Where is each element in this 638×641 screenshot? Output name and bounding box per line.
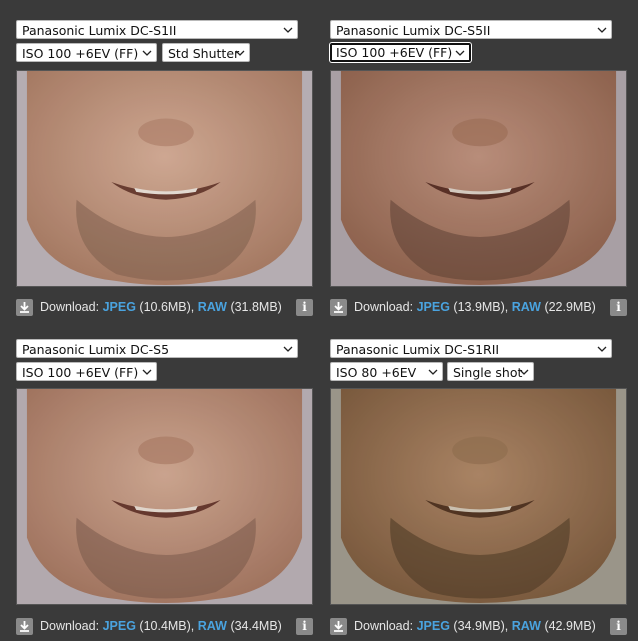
jpeg-link[interactable]: JPEG [417, 619, 450, 633]
chevron-down-icon [596, 340, 607, 357]
camera-select[interactable]: Panasonic Lumix DC-S5 [16, 339, 298, 358]
info-icon[interactable]: i [296, 299, 313, 316]
download-label: Download: [40, 300, 100, 314]
chevron-down-icon [518, 363, 529, 380]
jpeg-size: (10.6MB), [139, 300, 195, 314]
comparison-panel-1: Panasonic Lumix DC-S1II ISO 100 +6EV (FF… [16, 20, 313, 320]
chevron-down-icon [596, 21, 607, 38]
camera-select-value: Panasonic Lumix DC-S5 [22, 342, 170, 357]
jpeg-size: (13.9MB), [453, 300, 509, 314]
info-icon[interactable]: i [296, 618, 313, 635]
chevron-down-icon [282, 21, 293, 38]
raw-size: (42.9MB) [544, 619, 596, 633]
shutter-select[interactable]: Std Shutter [162, 43, 250, 62]
info-icon[interactable]: i [610, 299, 627, 316]
iso-select[interactable]: ISO 100 +6EV (FF) [330, 43, 471, 62]
jpeg-link[interactable]: JPEG [103, 619, 136, 633]
download-icon[interactable] [16, 618, 33, 635]
shutter-select[interactable]: Single shot [447, 362, 534, 381]
sample-photo[interactable] [16, 388, 313, 605]
raw-size: (22.9MB) [544, 300, 596, 314]
raw-size: (31.8MB) [230, 300, 282, 314]
chevron-down-icon [454, 45, 465, 60]
iso-select-value: ISO 80 +6EV [336, 365, 417, 380]
camera-select-value: Panasonic Lumix DC-S5II [336, 23, 491, 38]
raw-link[interactable]: RAW [198, 300, 227, 314]
chevron-down-icon [234, 44, 245, 61]
download-row: Download: JPEG (34.9MB), RAW (42.9MB) i [330, 616, 627, 636]
iso-select-value: ISO 100 +6EV (FF) [336, 45, 453, 60]
sample-photo[interactable] [16, 70, 313, 287]
camera-select-value: Panasonic Lumix DC-S1RII [336, 342, 500, 357]
raw-link[interactable]: RAW [198, 619, 227, 633]
download-row: Download: JPEG (10.6MB), RAW (31.8MB) i [16, 297, 313, 317]
download-row: Download: JPEG (13.9MB), RAW (22.9MB) i [330, 297, 627, 317]
camera-select-value: Panasonic Lumix DC-S1II [22, 23, 177, 38]
iso-select[interactable]: ISO 100 +6EV (FF) [16, 362, 157, 381]
iso-select-value: ISO 100 +6EV (FF) [22, 365, 139, 380]
chevron-down-icon [141, 363, 152, 380]
chevron-down-icon [282, 340, 293, 357]
iso-select[interactable]: ISO 80 +6EV [330, 362, 443, 381]
jpeg-link[interactable]: JPEG [103, 300, 136, 314]
raw-link[interactable]: RAW [512, 300, 541, 314]
shutter-select-value: Std Shutter [168, 46, 240, 61]
camera-select[interactable]: Panasonic Lumix DC-S1RII [330, 339, 612, 358]
shutter-select-value: Single shot [453, 365, 523, 380]
iso-select[interactable]: ISO 100 +6EV (FF) [16, 43, 157, 62]
download-icon[interactable] [16, 299, 33, 316]
info-icon[interactable]: i [610, 618, 627, 635]
camera-select[interactable]: Panasonic Lumix DC-S5II [330, 20, 612, 39]
download-row: Download: JPEG (10.4MB), RAW (34.4MB) i [16, 616, 313, 636]
raw-link[interactable]: RAW [512, 619, 541, 633]
raw-size: (34.4MB) [230, 619, 282, 633]
download-label: Download: [354, 619, 414, 633]
comparison-panel-4: Panasonic Lumix DC-S1RII ISO 80 +6EV Sin… [330, 339, 627, 636]
jpeg-link[interactable]: JPEG [417, 300, 450, 314]
download-icon[interactable] [330, 299, 347, 316]
comparison-panel-2: Panasonic Lumix DC-S5II ISO 100 +6EV (FF… [330, 20, 627, 320]
download-label: Download: [40, 619, 100, 633]
chevron-down-icon [427, 363, 438, 380]
chevron-down-icon [141, 44, 152, 61]
download-icon[interactable] [330, 618, 347, 635]
sample-photo[interactable] [330, 70, 627, 287]
comparison-panel-3: Panasonic Lumix DC-S5 ISO 100 +6EV (FF) … [16, 339, 313, 636]
jpeg-size: (34.9MB), [453, 619, 509, 633]
camera-select[interactable]: Panasonic Lumix DC-S1II [16, 20, 298, 39]
download-label: Download: [354, 300, 414, 314]
jpeg-size: (10.4MB), [139, 619, 195, 633]
iso-select-value: ISO 100 +6EV (FF) [22, 46, 139, 61]
sample-photo[interactable] [330, 388, 627, 605]
